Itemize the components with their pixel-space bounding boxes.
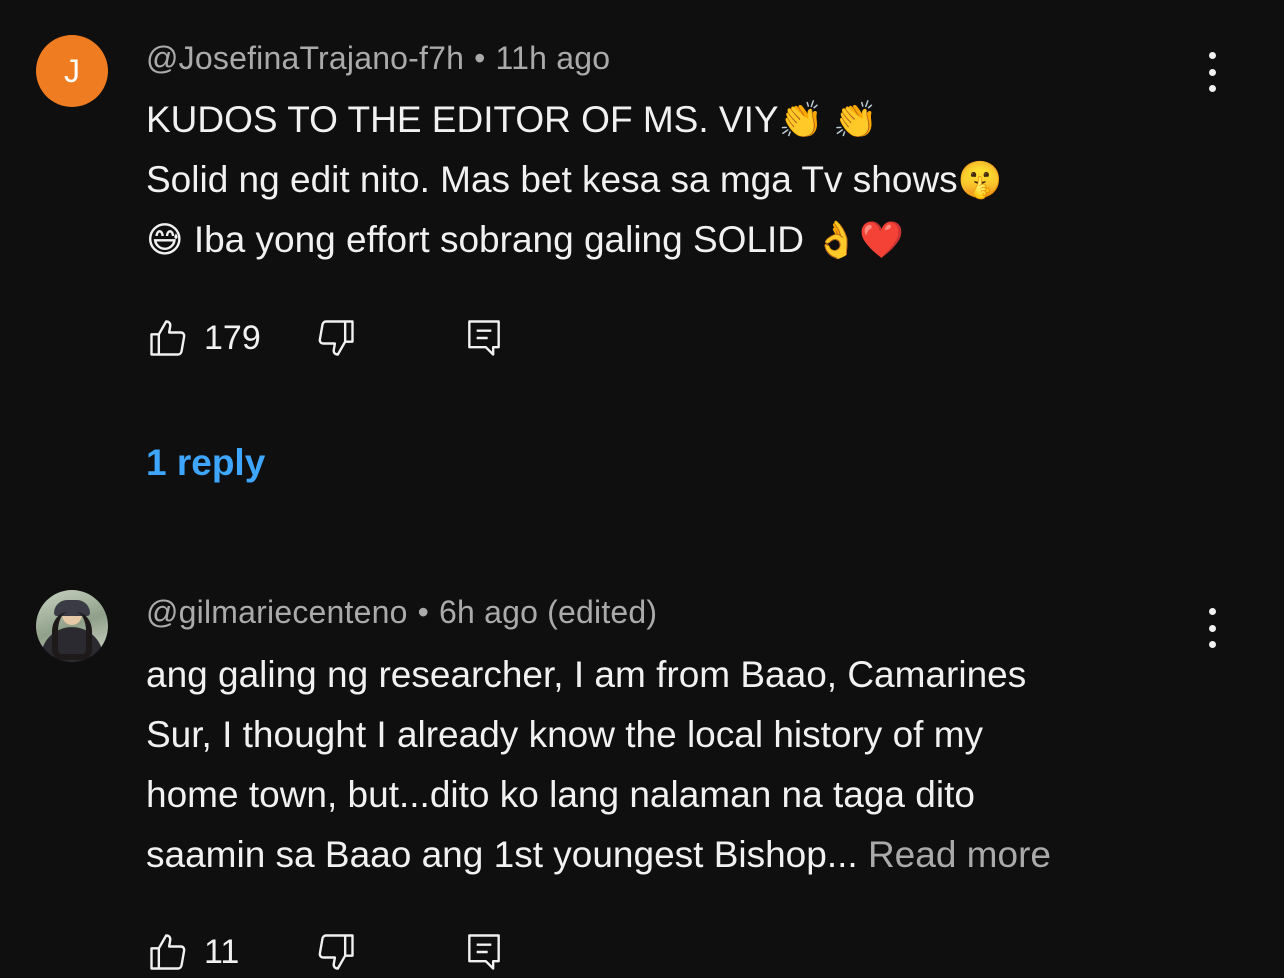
ok-hand-heart-emoji: 👌❤️ (814, 219, 904, 260)
thumbs-up-icon (150, 934, 186, 970)
comment-line-text: KUDOS TO THE EDITOR OF MS. VIY (146, 99, 779, 140)
sweat-smile-emoji: 😅 (146, 219, 184, 260)
comment-line: saamin sa Baao ang 1st youngest Bishop..… (146, 825, 1051, 885)
avatar[interactable] (36, 590, 108, 662)
avatar[interactable]: J (36, 35, 108, 107)
reply-button[interactable] (462, 930, 506, 974)
comment-line-text: Solid ng edit nito. Mas bet kesa sa mga … (146, 159, 958, 200)
clapping-hands-emoji: 👏 👏 (778, 99, 879, 140)
more-vertical-icon[interactable] (1200, 608, 1224, 648)
comment-line: Sur, I thought I already know the local … (146, 714, 984, 755)
comment-time: 11h ago (495, 40, 611, 76)
comment-line-text: saamin sa Baao ang 1st youngest Bishop..… (146, 834, 858, 875)
reply-button[interactable] (462, 316, 506, 360)
shushing-face-emoji: 🤫 (957, 159, 1003, 200)
thumbs-down-icon (318, 320, 354, 356)
comment-reply-icon (468, 320, 500, 356)
comment-item: J @JosefinaTrajano-f7h • 11h ago KUDOS TO … (0, 0, 1284, 560)
thumbs-up-icon (150, 320, 186, 356)
avatar-letter: J (64, 52, 80, 89)
comment-reply-icon (468, 934, 500, 970)
like-button[interactable]: 179 (146, 316, 261, 360)
comment-author[interactable]: @gilmariecenteno (146, 594, 408, 630)
like-count: 11 (204, 932, 240, 971)
comment-text: ang galing ng researcher, I am from Baao… (146, 645, 1051, 885)
comment-meta: @JosefinaTrajano-f7h • 11h ago (146, 40, 610, 77)
comment-text: KUDOS TO THE EDITOR OF MS. VIY👏 👏 Solid … (146, 90, 1003, 270)
comment-line: KUDOS TO THE EDITOR OF MS. VIY👏 👏 (146, 90, 1003, 150)
comment-author[interactable]: @JosefinaTrajano-f7h (146, 40, 464, 76)
comment-item: @gilmariecenteno • 6h ago (edited) ang gal… (0, 560, 1284, 977)
dislike-button[interactable] (314, 316, 358, 360)
avatar-photo-hair (52, 612, 92, 660)
comment-meta: @gilmariecenteno • 6h ago (edited) (146, 594, 657, 631)
meta-separator: • (474, 40, 486, 76)
meta-separator: • (417, 594, 429, 630)
comment-time: 6h ago (edited) (439, 594, 658, 630)
comment-line: 😅 Iba yong effort sobrang galing SOLID 👌… (146, 210, 1003, 270)
comment-line-text: Iba yong effort sobrang galing SOLID (193, 219, 805, 260)
view-replies-button[interactable]: 1 reply (146, 442, 265, 484)
thumbs-down-icon (318, 934, 354, 970)
comment-line: Solid ng edit nito. Mas bet kesa sa mga … (146, 150, 1003, 210)
read-more-link[interactable]: Read more (868, 834, 1051, 875)
like-button[interactable]: 11 (146, 930, 239, 974)
dislike-button[interactable] (314, 930, 358, 974)
comment-line: ang galing ng researcher, I am from Baao… (146, 654, 1027, 695)
more-vertical-icon[interactable] (1200, 52, 1224, 92)
like-count: 179 (204, 318, 261, 357)
comment-line: home town, but...dito ko lang nalaman na… (146, 774, 975, 815)
